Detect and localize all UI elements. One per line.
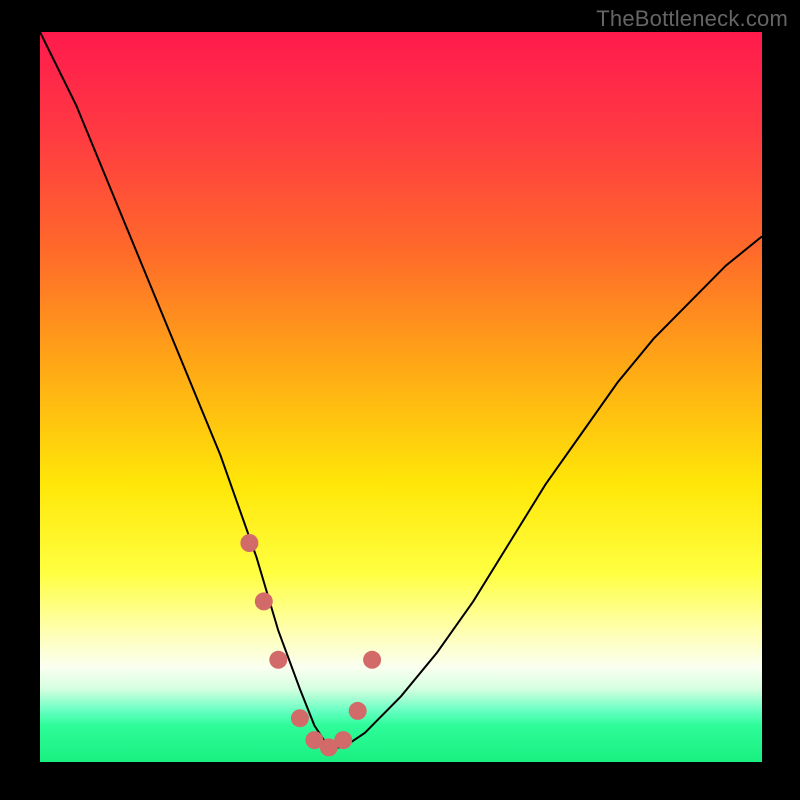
highlight-marker: [334, 731, 352, 749]
bottleneck-curve: [40, 32, 762, 747]
watermark-text: TheBottleneck.com: [596, 6, 788, 32]
highlight-markers: [240, 534, 381, 756]
highlight-marker: [269, 651, 287, 669]
highlight-marker: [363, 651, 381, 669]
highlight-marker: [255, 592, 273, 610]
highlight-marker: [349, 702, 367, 720]
highlight-marker: [291, 709, 309, 727]
highlight-marker: [240, 534, 258, 552]
gradient-plot-area: [40, 32, 762, 762]
curve-svg: [40, 32, 762, 762]
